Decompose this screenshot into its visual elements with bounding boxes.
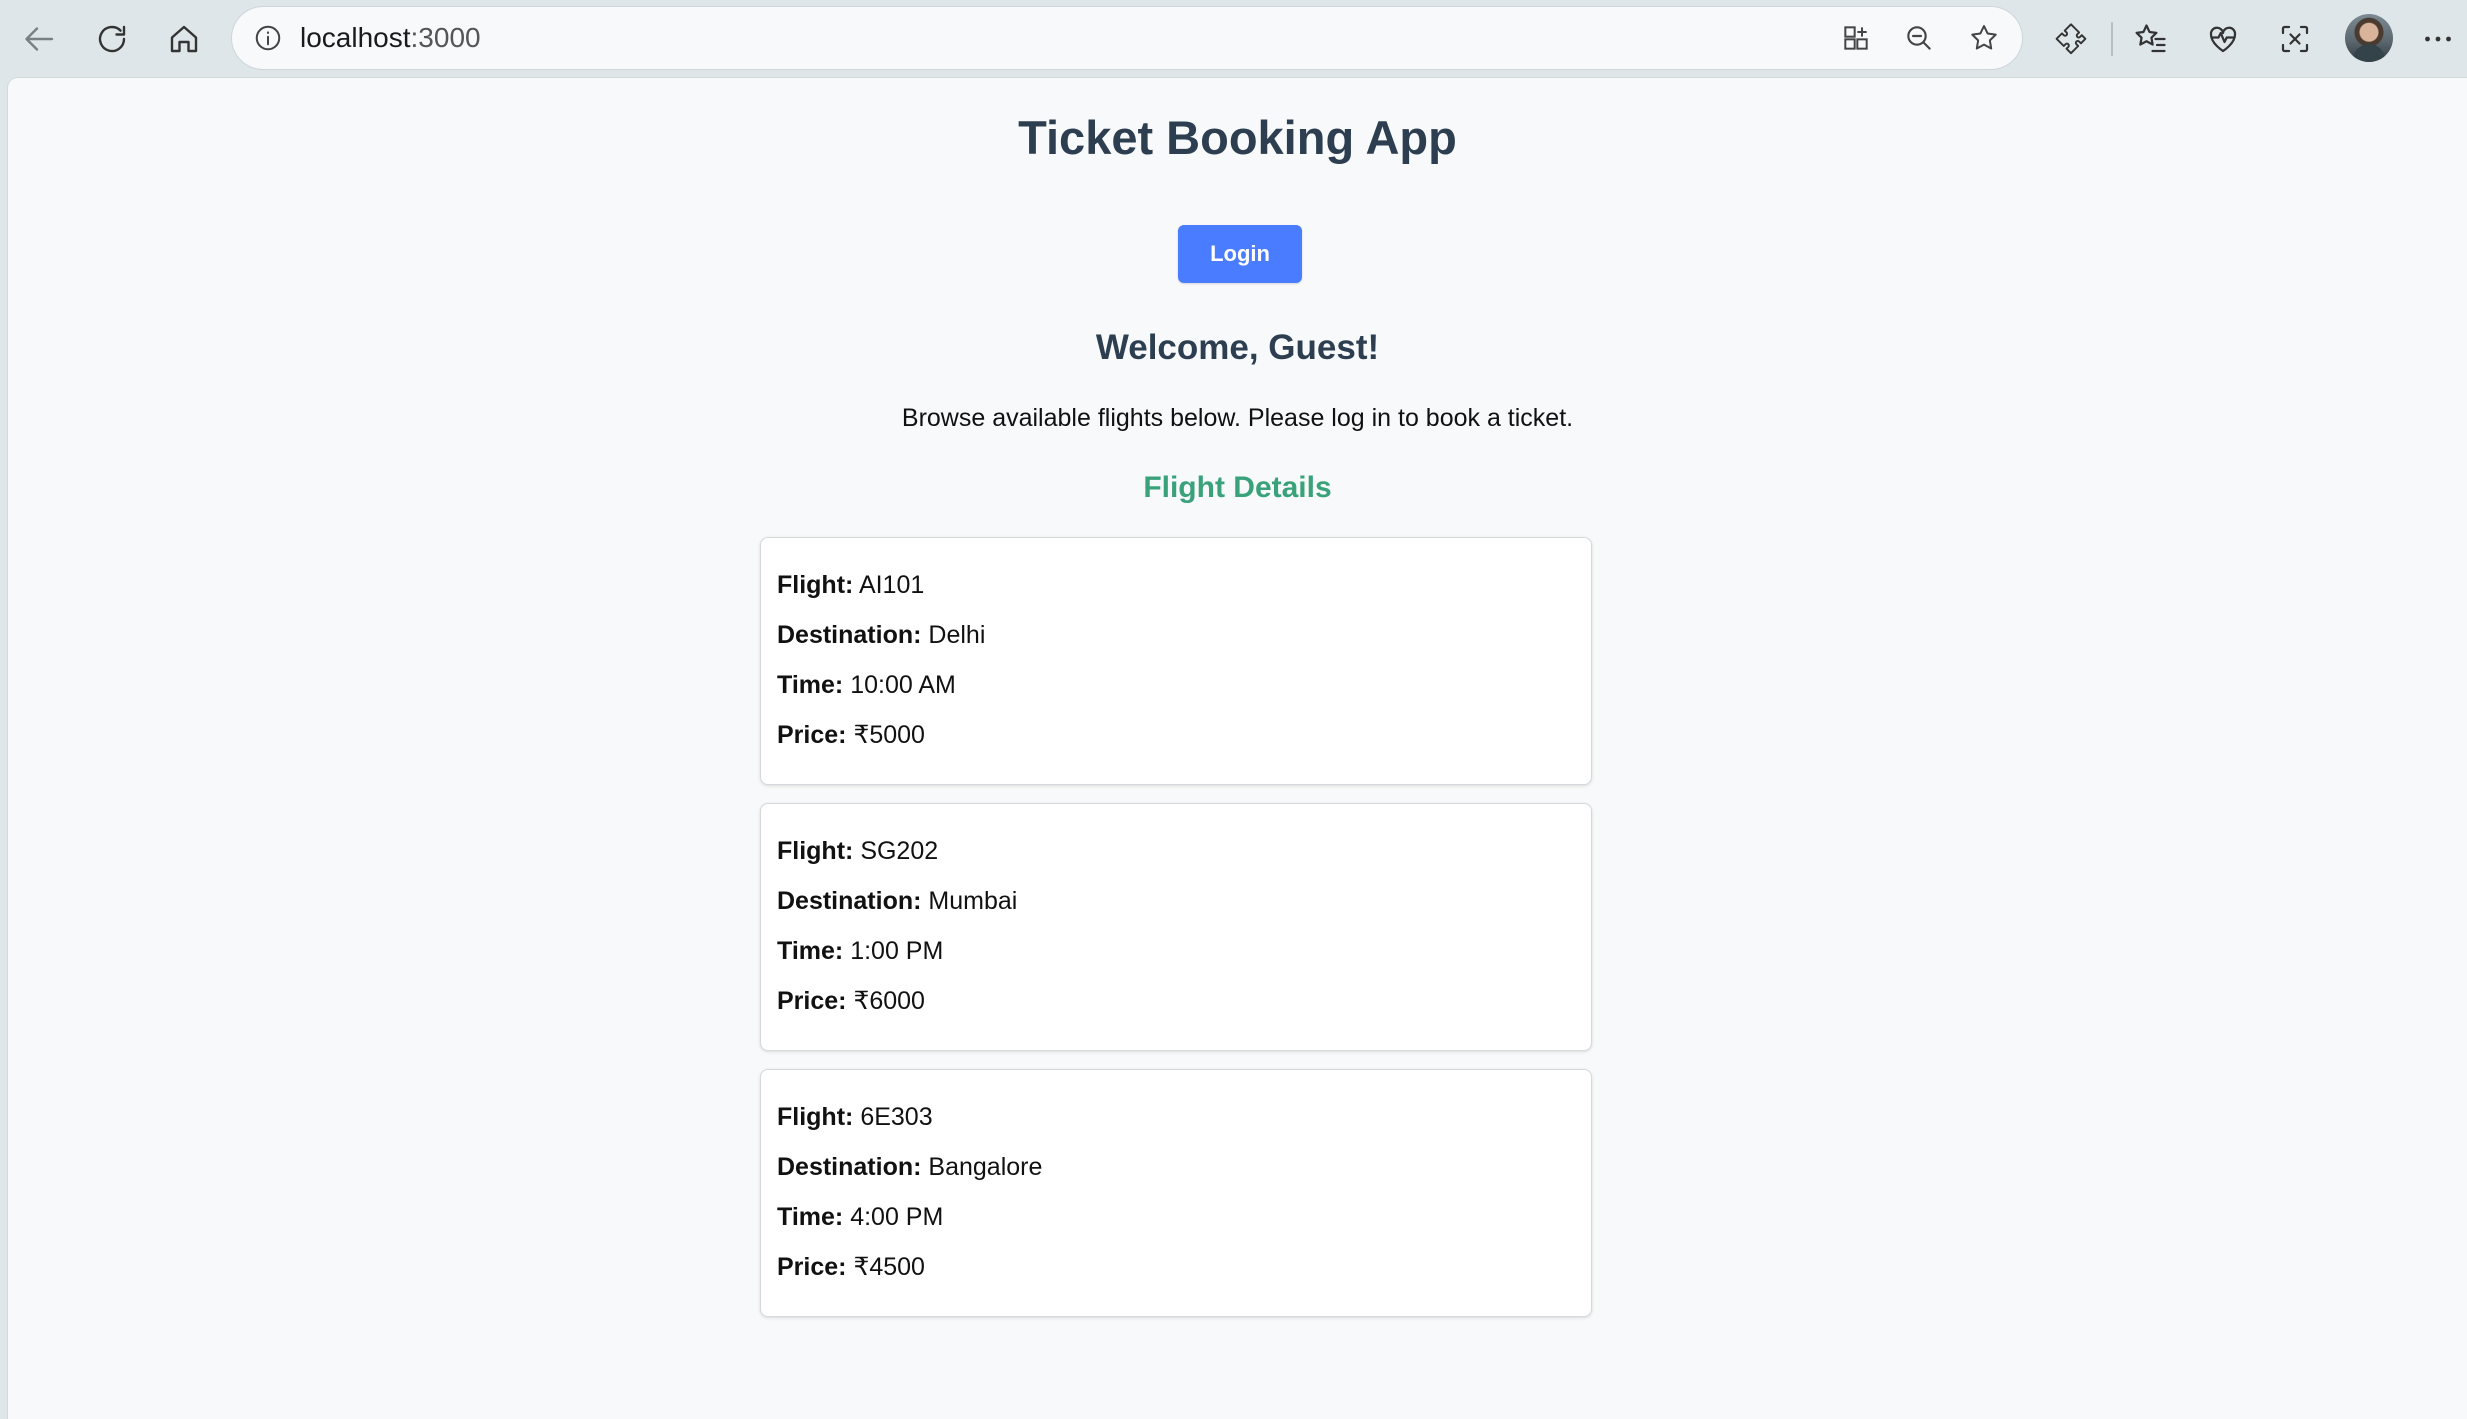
flight-label: Flight: xyxy=(777,571,854,599)
page-title: Ticket Booking App xyxy=(1018,111,1457,164)
flight-number: 6E303 xyxy=(860,1103,933,1131)
time-value: 10:00 AM xyxy=(850,671,956,699)
browse-text: Browse available flights below. Please l… xyxy=(901,404,1574,432)
price-label: Price: xyxy=(777,987,847,1015)
time-row: Time: 10:00 AM xyxy=(777,668,956,702)
time-row: Time: 4:00 PM xyxy=(777,1200,943,1234)
price-row: Price: ₹5000 xyxy=(777,718,925,752)
address-bar[interactable]: localhost:3000 xyxy=(232,7,2022,69)
destination-value: Mumbai xyxy=(928,887,1018,915)
flight-number-row: Flight: SG202 xyxy=(777,834,938,868)
url-host: localhost xyxy=(300,22,411,53)
flight-card: Flight: SG202 Destination: Mumbai Time: … xyxy=(760,803,1592,1051)
price-row: Price: ₹4500 xyxy=(777,1250,925,1284)
app-root: Ticket Booking App Login Welcome, Guest!… xyxy=(8,78,2467,1419)
price-value: ₹5000 xyxy=(853,721,925,749)
browser-toolbar: localhost:3000 xyxy=(0,0,2467,78)
zoom-out-icon[interactable] xyxy=(1897,16,1941,60)
profile-avatar[interactable] xyxy=(2345,14,2393,62)
time-value: 1:00 PM xyxy=(850,937,944,965)
screenshot-icon[interactable] xyxy=(2270,14,2320,64)
time-row: Time: 1:00 PM xyxy=(777,934,943,968)
destination-row: Destination: Bangalore xyxy=(777,1150,1042,1184)
price-row: Price: ₹6000 xyxy=(777,984,925,1018)
toolbar-separator xyxy=(2111,22,2113,56)
browser-essentials-icon[interactable] xyxy=(2198,14,2248,64)
time-label: Time: xyxy=(777,937,844,965)
more-icon[interactable] xyxy=(2413,14,2463,64)
flight-card: Flight: 6E303 Destination: Bangalore Tim… xyxy=(760,1069,1592,1317)
flight-label: Flight: xyxy=(777,837,854,865)
home-icon[interactable] xyxy=(159,14,209,64)
destination-row: Destination: Mumbai xyxy=(777,884,1017,918)
flight-number: SG202 xyxy=(860,837,939,865)
flight-card: Flight: AI101 Destination: Delhi Time: 1… xyxy=(760,537,1592,785)
time-label: Time: xyxy=(777,1203,844,1231)
time-value: 4:00 PM xyxy=(850,1203,944,1231)
destination-value: Delhi xyxy=(928,621,986,649)
price-label: Price: xyxy=(777,1253,847,1281)
flight-number-row: Flight: 6E303 xyxy=(777,1100,933,1134)
flight-label: Flight: xyxy=(777,1103,854,1131)
info-icon[interactable] xyxy=(246,16,290,60)
price-label: Price: xyxy=(777,721,847,749)
destination-label: Destination: xyxy=(777,621,922,649)
destination-label: Destination: xyxy=(777,1153,922,1181)
refresh-icon[interactable] xyxy=(87,14,137,64)
app-available-icon[interactable] xyxy=(1834,16,1878,60)
favorites-icon[interactable] xyxy=(2126,14,2176,64)
destination-row: Destination: Delhi xyxy=(777,618,985,652)
url-text[interactable]: localhost:3000 xyxy=(300,7,481,69)
flight-number-row: Flight: AI101 xyxy=(777,568,924,602)
favorite-star-icon[interactable] xyxy=(1962,16,2006,60)
price-value: ₹6000 xyxy=(853,987,925,1015)
login-button[interactable]: Login xyxy=(1178,225,1302,283)
extensions-icon[interactable] xyxy=(2046,14,2096,64)
flight-details-heading: Flight Details xyxy=(1143,471,1332,504)
destination-value: Bangalore xyxy=(928,1153,1043,1181)
url-port: :3000 xyxy=(410,22,481,53)
time-label: Time: xyxy=(777,671,844,699)
back-icon[interactable] xyxy=(15,14,65,64)
welcome-heading: Welcome, Guest! xyxy=(1095,328,1380,367)
flight-number: AI101 xyxy=(858,571,925,599)
price-value: ₹4500 xyxy=(853,1253,925,1281)
destination-label: Destination: xyxy=(777,887,922,915)
page-viewport: Ticket Booking App Login Welcome, Guest!… xyxy=(8,78,2467,1419)
